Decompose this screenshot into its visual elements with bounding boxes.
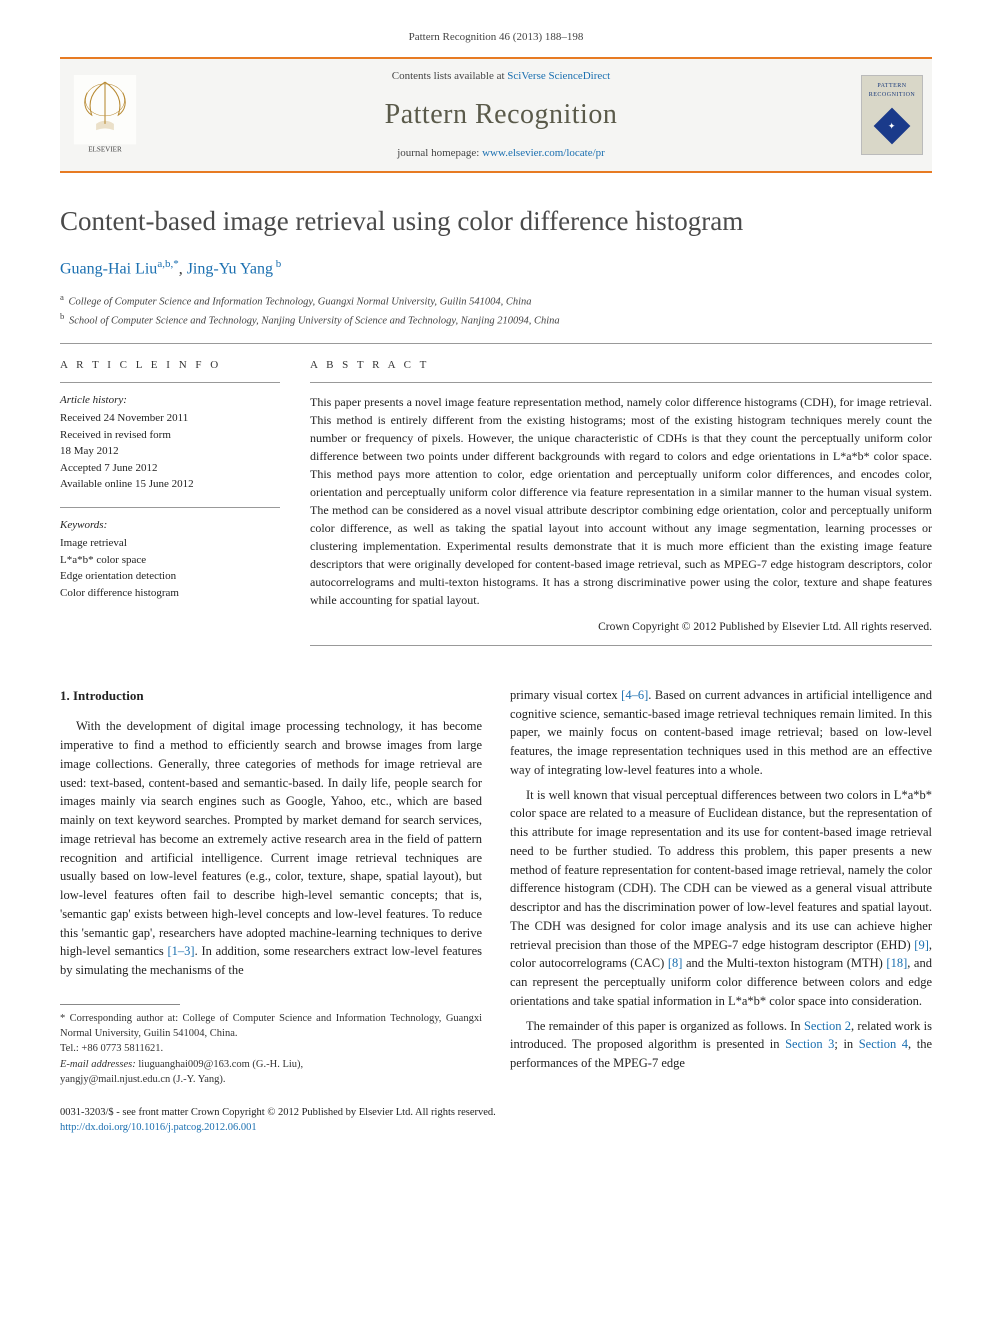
intro-paragraph-2: It is well known that visual perceptual … [510,786,932,1011]
article-info-block: A R T I C L E I N F O Article history: R… [60,358,280,655]
email-2: yangjy@mail.njust.edu.cn (J.-Y. Yang). [60,1072,482,1087]
body-column-left: 1. Introduction With the development of … [60,686,482,1087]
ref-link[interactable]: [9] [914,938,929,952]
doi-link[interactable]: http://dx.doi.org/10.1016/j.patcog.2012.… [60,1122,257,1133]
svg-text:ELSEVIER: ELSEVIER [88,146,122,154]
abstract-copyright: Crown Copyright © 2012 Published by Else… [310,619,932,635]
footnote-rule [60,1004,180,1005]
keyword-item: L*a*b* color space [60,552,280,569]
abstract-text: This paper presents a novel image featur… [310,393,932,609]
footnotes: * Corresponding author at: College of Co… [60,1011,482,1087]
affiliations: a College of Computer Science and Inform… [60,291,932,330]
abstract-heading: A B S T R A C T [310,358,932,373]
citation-line: Pattern Recognition 46 (2013) 188–198 [60,30,932,45]
abstract-block: A B S T R A C T This paper presents a no… [310,358,932,655]
ref-link[interactable]: [1–3] [168,944,195,958]
history-revised-2: 18 May 2012 [60,443,280,460]
homepage-link[interactable]: www.elsevier.com/locate/pr [482,147,605,159]
elsevier-logo: ELSEVIER [60,59,150,171]
history-accepted: Accepted 7 June 2012 [60,460,280,477]
intro-paragraph-1-cont: primary visual cortex [4–6]. Based on cu… [510,686,932,780]
elsevier-tree-icon: ELSEVIER [70,75,140,155]
paper-title: Content-based image retrieval using colo… [60,203,932,241]
keyword-item: Color difference histogram [60,585,280,602]
section-1-title: 1. Introduction [60,686,482,706]
history-revised-1: Received in revised form [60,427,280,444]
history-label: Article history: [60,393,280,408]
author-link-2[interactable]: Jing-Yu Yang [187,260,273,277]
intro-paragraph-1: With the development of digital image pr… [60,717,482,980]
ref-link[interactable]: [18] [886,956,907,970]
sciencedirect-link[interactable]: SciVerse ScienceDirect [507,70,610,82]
journal-homepage: journal homepage: www.elsevier.com/locat… [150,146,852,161]
section-link[interactable]: Section 2 [804,1019,851,1033]
keyword-item: Image retrieval [60,535,280,552]
journal-cover-thumb: PATTERN RECOGNITION ✦ [852,59,932,171]
history-online: Available online 15 June 2012 [60,476,280,493]
journal-title: Pattern Recognition [150,95,852,134]
author-link-1[interactable]: Guang-Hai Liu [60,260,157,277]
page-footer: 0031-3203/$ - see front matter Crown Cop… [60,1105,932,1135]
body-column-right: primary visual cortex [4–6]. Based on cu… [510,686,932,1087]
ref-link[interactable]: [8] [668,956,683,970]
article-info-heading: A R T I C L E I N F O [60,358,280,373]
section-link[interactable]: Section 4 [859,1037,908,1051]
keywords-label: Keywords: [60,518,280,533]
issn-line: 0031-3203/$ - see front matter Crown Cop… [60,1105,932,1120]
email-label: E-mail addresses: [60,1059,136,1070]
history-received: Received 24 November 2011 [60,410,280,427]
contents-available: Contents lists available at SciVerse Sci… [150,69,852,84]
author-list: Guang-Hai Liua,b,*, Jing-Yu Yang b [60,257,932,281]
email-1: liuguanghai009@163.com (G.-H. Liu), [136,1059,303,1070]
corresponding-footnote: * Corresponding author at: College of Co… [60,1011,482,1041]
section-link[interactable]: Section 3 [785,1037,834,1051]
divider [60,343,932,344]
tel-footnote: Tel.: +86 0773 5811621. [60,1041,482,1056]
ref-link[interactable]: [4–6] [621,688,648,702]
intro-paragraph-3: The remainder of this paper is organized… [510,1017,932,1073]
keyword-item: Edge orientation detection [60,568,280,585]
journal-header: ELSEVIER Contents lists available at Sci… [60,57,932,173]
